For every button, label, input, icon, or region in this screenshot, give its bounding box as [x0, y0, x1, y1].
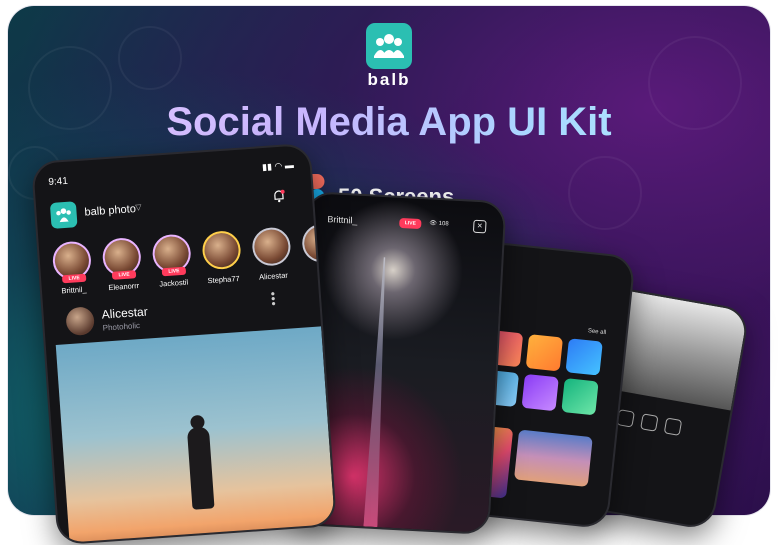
story-name: Alicestar: [258, 270, 289, 282]
category-tile[interactable]: [525, 334, 564, 372]
live-username: Brittnil_: [327, 214, 358, 226]
silhouette: [186, 426, 215, 510]
people-icon: [374, 34, 404, 58]
settings-icon[interactable]: [663, 417, 683, 436]
avatar: LIVE: [151, 233, 192, 277]
live-badge: LIVE: [399, 217, 422, 230]
category-tile[interactable]: [521, 373, 559, 412]
hero-title: Social Media App UI Kit: [8, 100, 770, 145]
eye-icon: 👁: [429, 220, 438, 227]
app-logo: [49, 201, 78, 229]
calendar-icon[interactable]: [640, 413, 659, 432]
post-subtitle: Photoholic: [102, 321, 141, 333]
post-username[interactable]: Alicestar: [101, 304, 148, 321]
category-tile[interactable]: [561, 378, 599, 416]
story-name: Stepha77: [207, 273, 240, 286]
gallery-image[interactable]: [513, 429, 593, 488]
app-title: balb photo: [84, 203, 137, 219]
stories-row: LIVE Brittnil_ LIVE Eleanorrr LIVE Jacko…: [49, 222, 338, 296]
live-badge: LIVE: [61, 273, 87, 284]
ornament: [118, 26, 182, 90]
story-item[interactable]: LIVE Brittnil_: [49, 240, 97, 296]
bell-icon[interactable]: [271, 189, 286, 204]
story-item[interactable]: Stepha77: [198, 229, 246, 286]
story-name: Brittnil_: [61, 284, 87, 296]
live-badge: LIVE: [111, 270, 137, 280]
story-item[interactable]: LIVE Eleanorrr: [99, 236, 147, 293]
see-all-link[interactable]: See all: [588, 328, 607, 336]
post-photo[interactable]: [55, 326, 336, 545]
category-tile[interactable]: [565, 338, 603, 376]
status-icons: ▮▮ ◠ ▬: [261, 159, 295, 173]
view-count: 👁 108: [429, 219, 449, 227]
ornament: [568, 156, 642, 230]
close-icon[interactable]: ✕: [472, 219, 487, 234]
avatar: [201, 229, 242, 271]
avatar: LIVE: [51, 240, 93, 284]
live-badge: LIVE: [161, 266, 187, 277]
chevron-down-icon[interactable]: ▽: [135, 203, 142, 212]
avatar: LIVE: [101, 236, 143, 280]
more-options-icon[interactable]: • • •: [270, 287, 276, 311]
status-time: 9:41: [48, 175, 69, 189]
people-icon: [56, 208, 71, 223]
view-count-value: 108: [438, 220, 449, 228]
avatar[interactable]: [65, 306, 96, 337]
phone-feed: 9:41 ▮▮ ◠ ▬ balb photo ▽ LIVE Brittnil_ …: [30, 142, 338, 545]
story-name: Jackostil: [159, 277, 189, 289]
brand-name: balb: [367, 70, 411, 89]
story-item[interactable]: LIVE Jackostil: [148, 233, 196, 289]
story-item[interactable]: Alicestar: [248, 226, 296, 282]
brand-logo: [366, 23, 412, 69]
story-name: Eleanorrr: [108, 280, 140, 293]
avatar: [251, 226, 292, 267]
